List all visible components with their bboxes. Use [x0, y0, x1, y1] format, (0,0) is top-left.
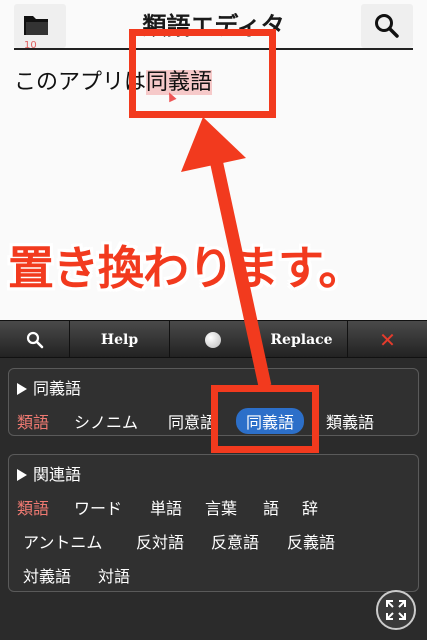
- callout-arrow-icon: [181, 117, 272, 388]
